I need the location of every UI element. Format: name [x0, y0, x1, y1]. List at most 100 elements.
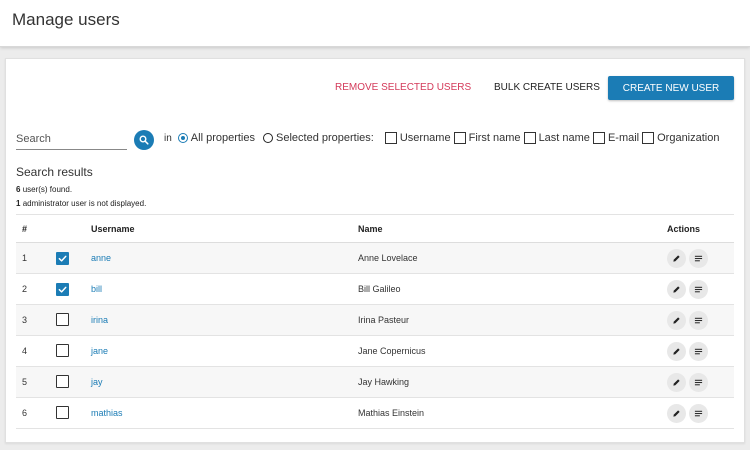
user-details-button[interactable] [689, 403, 708, 423]
row-select-checkbox[interactable] [56, 251, 69, 265]
pencil-icon [673, 378, 680, 386]
all-properties-label: All properties [190, 132, 255, 144]
pencil-icon [673, 316, 680, 324]
user-full-name: Jay Hawking [358, 366, 667, 398]
column-header-select [56, 214, 91, 243]
row-select-checkbox[interactable] [56, 405, 69, 419]
row-number: 4 [16, 335, 56, 367]
user-full-name: Mathias Einstein [358, 397, 667, 429]
user-full-name: Jane Copernicus [358, 335, 667, 367]
username-link[interactable]: bill [91, 284, 102, 294]
admin-hidden-text: 1 administrator user is not displayed. [16, 199, 146, 208]
user-details-button[interactable] [689, 372, 708, 392]
row-select-checkbox[interactable] [56, 312, 69, 326]
checkbox-icon [592, 132, 605, 144]
property-label: Username [399, 132, 451, 144]
admin-hidden-suffix: administrator user is not displayed. [22, 199, 147, 208]
check-icon [58, 255, 67, 262]
users-found-count: 6 [16, 185, 21, 194]
username-link[interactable]: jay [91, 377, 103, 387]
create-new-user-button[interactable]: CREATE NEW USER [608, 76, 734, 100]
edit-user-button[interactable] [667, 372, 686, 392]
row-number: 1 [16, 242, 56, 274]
table-header-row: # Username Name Actions [16, 214, 734, 243]
users-found-suffix: user(s) found. [22, 185, 73, 194]
pencil-icon [673, 254, 680, 262]
property-label: Last name [538, 132, 590, 144]
users-card: REMOVE SELECTED USERS BULK CREATE USERS … [5, 58, 745, 443]
row-select-checkbox[interactable] [56, 282, 69, 296]
remove-selected-users-button[interactable]: REMOVE SELECTED USERS [335, 82, 471, 93]
selected-properties-radio[interactable]: Selected properties: [263, 132, 374, 144]
search-results-title: Search results [16, 165, 93, 179]
lines-icon [694, 317, 703, 323]
property-label: First name [468, 132, 521, 144]
radio-unselected-icon [263, 133, 273, 143]
radio-selected-icon [177, 133, 188, 143]
column-header-number: # [16, 214, 56, 243]
column-header-name[interactable]: Name [358, 214, 667, 243]
row-number: 3 [16, 304, 56, 336]
username-link[interactable]: irina [91, 315, 108, 325]
user-details-button[interactable] [689, 248, 708, 268]
edit-user-button[interactable] [667, 279, 686, 299]
lines-icon [694, 379, 703, 385]
checkbox-icon [384, 132, 397, 144]
search-icon [139, 135, 149, 145]
row-number: 2 [16, 273, 56, 305]
row-select-checkbox[interactable] [56, 343, 69, 357]
checkbox-icon [642, 132, 655, 144]
search-filters: in All properties Selected properties: U… [164, 132, 719, 144]
column-header-username[interactable]: Username [91, 214, 358, 243]
table-row: 5 jay Jay Hawking [16, 366, 734, 398]
user-details-button[interactable] [689, 341, 708, 361]
property-username-checkbox[interactable]: Username [384, 132, 451, 144]
row-select-checkbox[interactable] [56, 374, 69, 388]
user-details-button[interactable] [689, 279, 708, 299]
lines-icon [694, 410, 703, 416]
lines-icon [694, 348, 703, 354]
pencil-icon [673, 347, 680, 355]
page-title: Manage users [12, 10, 120, 29]
search-input[interactable] [16, 128, 127, 150]
check-icon [58, 286, 67, 293]
username-link[interactable]: mathias [91, 408, 123, 418]
pencil-icon [673, 285, 680, 293]
lines-icon [694, 286, 703, 292]
checkbox-icon [453, 132, 466, 144]
username-link[interactable]: anne [91, 253, 111, 263]
row-number: 5 [16, 366, 56, 398]
table-row: 6 mathias Mathias Einstein [16, 397, 734, 429]
row-number: 6 [16, 397, 56, 429]
user-full-name: Anne Lovelace [358, 242, 667, 274]
top-bar: Manage users [0, 0, 750, 47]
property-email-checkbox[interactable]: E-mail [592, 132, 640, 144]
pencil-icon [673, 409, 680, 417]
username-link[interactable]: jane [91, 346, 108, 356]
property-organization-checkbox[interactable]: Organization [642, 132, 719, 144]
table-row: 4 jane Jane Copernicus [16, 335, 734, 367]
selected-properties-label: Selected properties: [276, 132, 374, 144]
column-header-actions: Actions [667, 214, 734, 243]
property-first-name-checkbox[interactable]: First name [453, 132, 521, 144]
admin-count: 1 [16, 199, 21, 208]
users-table: # Username Name Actions 1 anne Anne Love… [16, 214, 734, 429]
property-label: Organization [657, 132, 720, 144]
bulk-create-users-button[interactable]: BULK CREATE USERS [494, 82, 600, 93]
table-row: 1 anne Anne Lovelace [16, 242, 734, 274]
edit-user-button[interactable] [667, 341, 686, 361]
edit-user-button[interactable] [667, 248, 686, 268]
lines-icon [694, 255, 703, 261]
in-label: in [164, 132, 172, 144]
edit-user-button[interactable] [667, 403, 686, 423]
property-last-name-checkbox[interactable]: Last name [523, 132, 590, 144]
table-row: 2 bill Bill Galileo [16, 273, 734, 305]
checkbox-icon [523, 132, 536, 144]
property-label: E-mail [607, 132, 640, 144]
users-found-text: 6 user(s) found. [16, 185, 72, 194]
edit-user-button[interactable] [667, 310, 686, 330]
all-properties-radio[interactable]: All properties [177, 132, 255, 144]
search-button[interactable] [134, 130, 154, 150]
user-full-name: Irina Pasteur [358, 304, 667, 336]
user-details-button[interactable] [689, 310, 708, 330]
